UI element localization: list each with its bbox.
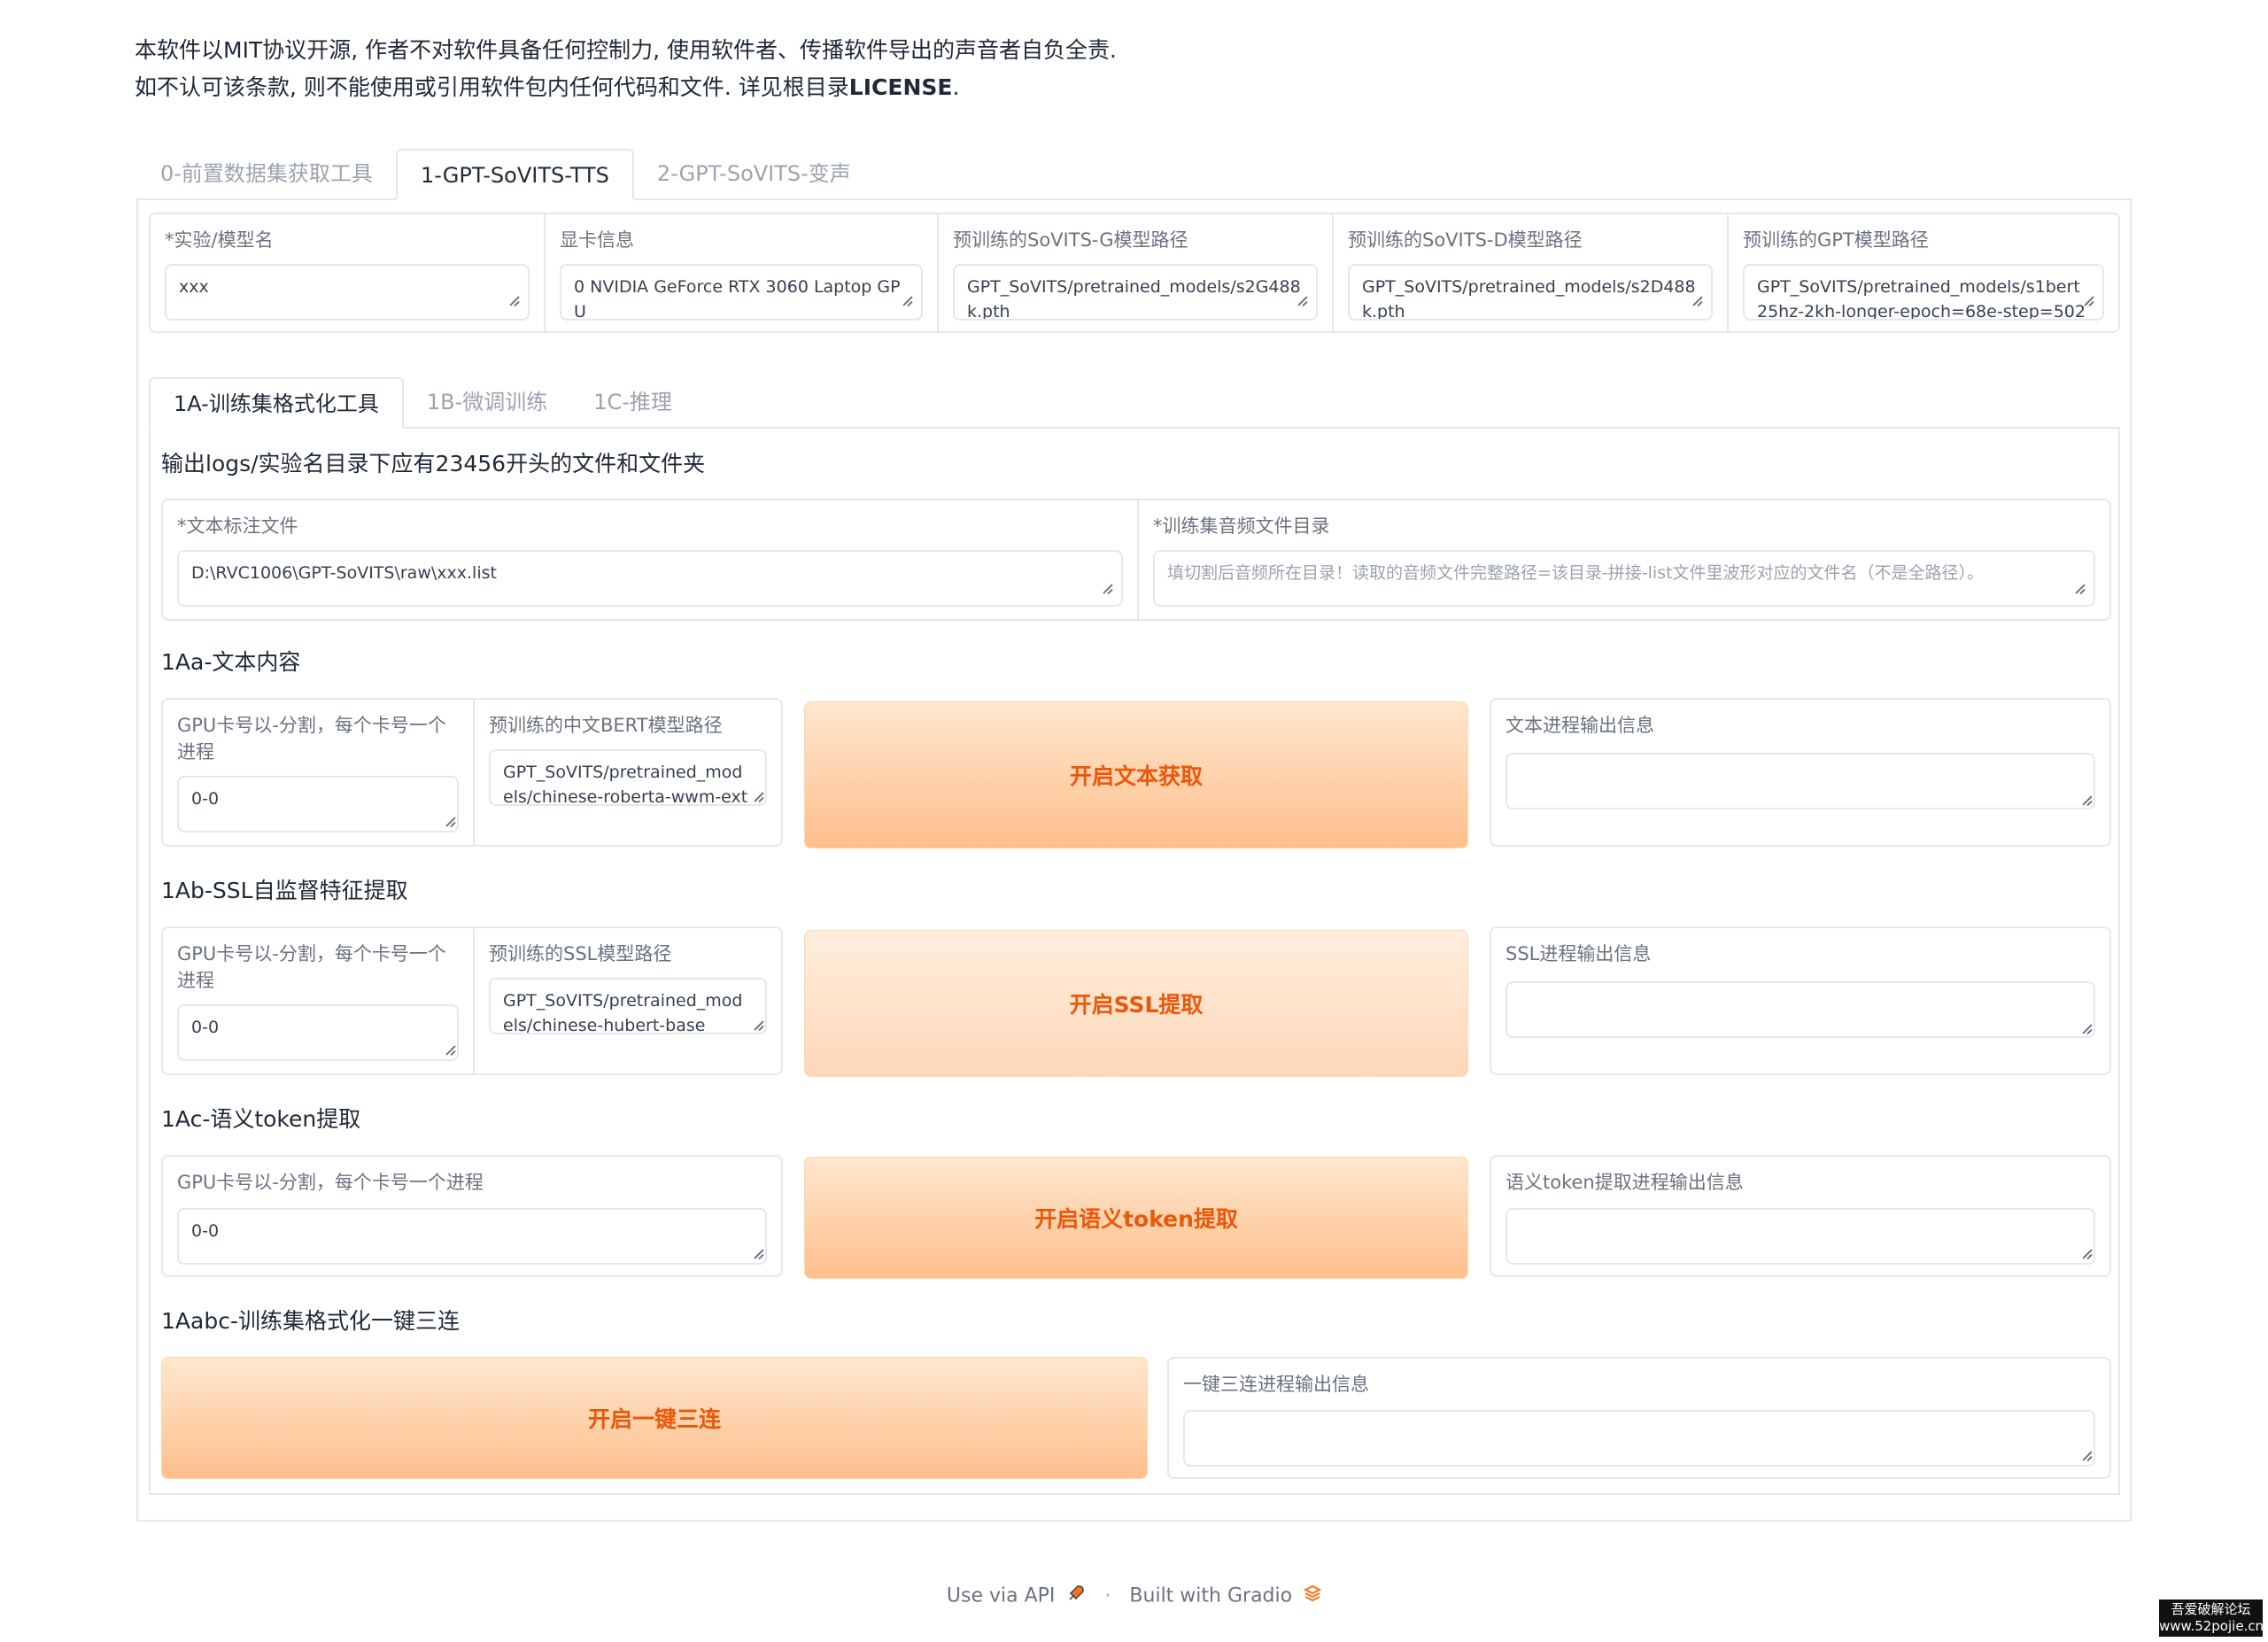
notice-line-1: 本软件以MIT协议开源, 作者不对软件具备任何控制力, 使用软件者、传播软件导出… [135,37,1117,63]
token-output-field: 语义token提取进程输出信息 [1490,1155,2111,1277]
text-gpu-model-group: GPU卡号以-分割，每个卡号一个进程 0-0 预训练的中文BERT模型路径 GP… [161,698,783,847]
built-with-gradio-link[interactable]: Built with Gradio [1129,1585,1292,1607]
sovits-g-path-field: 预训练的SoVITS-G模型路径 GPT_SoVITS/pretrained_m… [937,214,1332,331]
audio-dir-field: *训练集音频文件目录 填切割后音频所在目录！读取的音频文件完整路径=该目录-拼接… [1137,500,2109,619]
sovits-d-path-label: 预训练的SoVITS-D模型路径 [1348,229,1583,251]
bert-path-label: 预训练的中文BERT模型路径 [489,715,723,736]
sovits-g-path-label: 预训练的SoVITS-G模型路径 [953,229,1188,251]
sovits-d-path-field: 预训练的SoVITS-D模型路径 GPT_SoVITS/pretrained_m… [1332,214,1727,331]
tab-dataset-format[interactable]: 1A-训练集格式化工具 [149,377,404,429]
resize-grip-icon[interactable] [1102,584,1112,594]
resize-grip-icon[interactable] [445,1045,455,1056]
section-title-1ac: 1Ac-语义token提取 [161,1106,361,1132]
token-gpu-label: GPU卡号以-分割，每个卡号一个进程 [177,1172,484,1193]
resize-grip-icon[interactable] [2081,1451,2092,1461]
resize-grip-icon[interactable] [753,1020,763,1031]
watermark-logo: 吾爱破解论坛 www.52pojie.cn [2159,1599,2264,1637]
resize-grip-icon[interactable] [753,792,763,802]
experiment-name-label: *实验/模型名 [165,229,274,251]
ssl-output-box[interactable] [1506,981,2095,1038]
text-output-label: 文本进程输出信息 [1506,715,1654,736]
start-token-extraction-button[interactable]: 开启语义token提取 [804,1157,1468,1279]
resize-grip-icon[interactable] [445,817,455,827]
resize-grip-icon[interactable] [2074,584,2085,594]
resize-grip-icon[interactable] [508,296,519,306]
text-gpu-label: GPU卡号以-分割，每个卡号一个进程 [177,715,446,763]
ssl-gpu-label: GPU卡号以-分割，每个卡号一个进程 [177,943,446,991]
sovits-d-path-input[interactable]: GPT_SoVITS/pretrained_models/s2D488k.pth [1348,264,1713,321]
rocket-icon [1066,1584,1086,1608]
ssl-gpu-model-group: GPU卡号以-分割，每个卡号一个进程 0-0 预训练的SSL模型路径 GPT_S… [161,926,783,1075]
ssl-path-field: 预训练的SSL模型路径 GPT_SoVITS/pretrained_models… [473,928,781,1073]
ssl-gpu-input[interactable]: 0-0 [177,1004,459,1061]
gradio-logo-icon [1303,1584,1322,1607]
ssl-gpu-field: GPU卡号以-分割，每个卡号一个进程 0-0 [163,928,473,1073]
bert-path-field: 预训练的中文BERT模型路径 GPT_SoVITS/pretrained_mod… [473,700,781,845]
resize-grip-icon[interactable] [1297,296,1307,306]
text-output-field: 文本进程输出信息 [1490,698,2111,847]
one-click-output-field: 一键三连进程输出信息 [1167,1357,2111,1479]
resize-grip-icon[interactable] [753,1249,763,1259]
start-ssl-extraction-button[interactable]: 开启SSL提取 [804,930,1468,1077]
token-output-label: 语义token提取进程输出信息 [1506,1172,1744,1193]
resize-grip-icon[interactable] [1691,296,1702,306]
ssl-output-field: SSL进程输出信息 [1490,926,2111,1075]
file-inputs-row: *文本标注文件 D:\RVC1006\GPT-SoVITS\raw\xxx.li… [161,499,2111,621]
start-text-extraction-button[interactable]: 开启文本获取 [804,701,1468,848]
audio-dir-label: *训练集音频文件目录 [1153,515,1330,537]
text-annotation-input[interactable]: D:\RVC1006\GPT-SoVITS\raw\xxx.list [177,550,1123,607]
gpu-info-label: 显卡信息 [560,229,634,251]
tab-finetune[interactable]: 1B-微调训练 [404,377,570,429]
sovits-g-path-input[interactable]: GPT_SoVITS/pretrained_models/s2G488k.pth [953,264,1318,321]
start-one-click-button[interactable]: 开启一键三连 [161,1357,1148,1479]
token-output-box[interactable] [1506,1208,2095,1265]
text-annotation-field: *文本标注文件 D:\RVC1006\GPT-SoVITS\raw\xxx.li… [163,500,1137,619]
resize-grip-icon[interactable] [2083,296,2094,306]
text-output-box[interactable] [1506,753,2095,809]
text-gpu-field: GPU卡号以-分割，每个卡号一个进程 0-0 [163,700,473,845]
license-notice: 本软件以MIT协议开源, 作者不对软件具备任何控制力, 使用软件者、传播软件导出… [135,32,1117,106]
text-annotation-label: *文本标注文件 [177,515,298,537]
gpt-path-input[interactable]: GPT_SoVITS/pretrained_models/s1bert25hz-… [1743,264,2104,321]
model-settings-row: *实验/模型名 xxx 显卡信息 0 NVIDIA GeForce RTX 30… [149,213,2120,333]
resize-grip-icon[interactable] [2081,795,2092,806]
tab-gpt-sovits-voice-change[interactable]: 2-GPT-SoVITS-变声 [634,149,874,200]
tab-gpt-sovits-tts[interactable]: 1-GPT-SoVITS-TTS [395,149,634,200]
footer: Use via API · Built with Gradio [0,1584,2268,1608]
tab-inference[interactable]: 1C-推理 [570,377,695,429]
gpu-info-input[interactable]: 0 NVIDIA GeForce RTX 3060 Laptop GPU [560,264,923,321]
section-title-1aabc: 1Aabc-训练集格式化一键三连 [161,1308,460,1334]
experiment-name-input[interactable]: xxx [165,264,530,321]
gpt-path-label: 预训练的GPT模型路径 [1743,229,1929,251]
gpt-path-field: 预训练的GPT模型路径 GPT_SoVITS/pretrained_models… [1727,214,2118,331]
use-via-api-link[interactable]: Use via API [947,1585,1056,1607]
token-gpu-field: GPU卡号以-分割，每个卡号一个进程 0-0 [161,1155,783,1277]
section-title-1ab: 1Ab-SSL自监督特征提取 [161,878,408,903]
resize-grip-icon[interactable] [2081,1024,2092,1034]
ssl-path-input[interactable]: GPT_SoVITS/pretrained_models/chinese-hub… [489,978,767,1034]
resize-grip-icon[interactable] [902,296,912,306]
audio-dir-input[interactable]: 填切割后音频所在目录！读取的音频文件完整路径=该目录-拼接-list文件里波形对… [1153,550,2095,607]
gpu-info-field: 显卡信息 0 NVIDIA GeForce RTX 3060 Laptop GP… [544,214,937,331]
tab-dataset-tools[interactable]: 0-前置数据集获取工具 [137,149,396,200]
output-note: 输出logs/实验名目录下应有23456开头的文件和文件夹 [161,451,706,476]
token-gpu-input[interactable]: 0-0 [177,1208,767,1265]
bert-path-input[interactable]: GPT_SoVITS/pretrained_models/chinese-rob… [489,749,767,806]
text-gpu-input[interactable]: 0-0 [177,776,459,833]
one-click-output-box[interactable] [1183,1410,2095,1467]
ssl-path-label: 预训练的SSL模型路径 [489,943,672,964]
experiment-name-field: *实验/模型名 xxx [151,214,544,331]
main-tabs: 0-前置数据集获取工具 1-GPT-SoVITS-TTS 2-GPT-SoVIT… [137,149,874,200]
sub-tabs: 1A-训练集格式化工具 1B-微调训练 1C-推理 [149,377,695,429]
section-title-1aa: 1Aa-文本内容 [161,649,301,675]
resize-grip-icon[interactable] [2081,1249,2092,1259]
notice-line-2: 如不认可该条款, 则不能使用或引用软件包内任何代码和文件. 详见根目录LICEN… [135,74,960,100]
footer-separator: · [1104,1584,1111,1607]
one-click-output-label: 一键三连进程输出信息 [1183,1374,1369,1395]
ssl-output-label: SSL进程输出信息 [1506,943,1652,964]
